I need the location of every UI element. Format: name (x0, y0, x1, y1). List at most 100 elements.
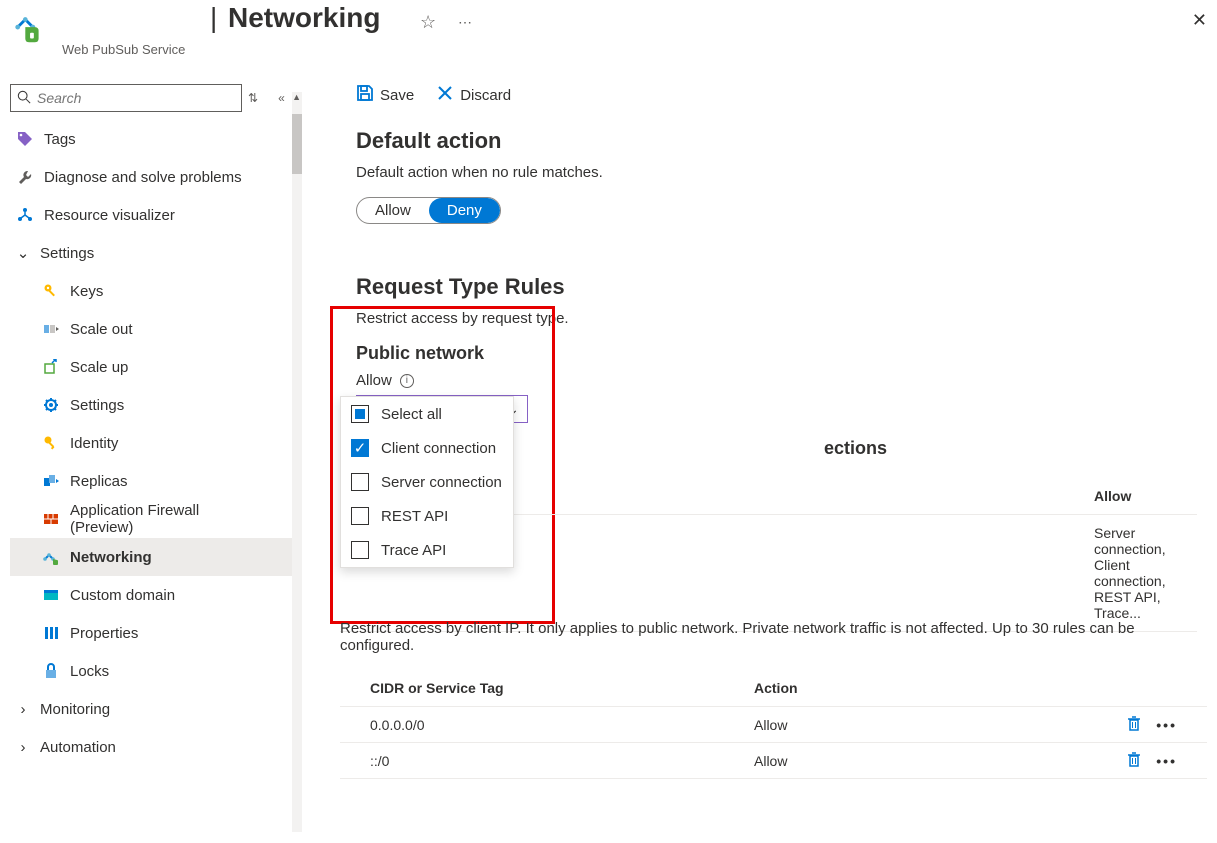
domain-icon (42, 586, 60, 604)
sidebar-item-settings[interactable]: Settings (10, 386, 300, 424)
sidebar-item-diagnose[interactable]: Diagnose and solve problems (10, 158, 300, 196)
checkbox-icon (351, 507, 369, 525)
default-action-desc: Default action when no rule matches. (356, 164, 1197, 181)
checkbox-checked-icon: ✓ (351, 439, 369, 457)
sidebar-item-properties[interactable]: Properties (10, 614, 300, 652)
private-endpoints-heading-partial: ections (824, 438, 887, 459)
save-icon (356, 84, 374, 106)
option-select-all[interactable]: Select all (341, 397, 513, 431)
title-separator: | (210, 2, 217, 34)
option-trace-api[interactable]: Trace API (341, 533, 513, 567)
service-icon (12, 10, 50, 48)
sidebar-item-custom-domain[interactable]: Custom domain (10, 576, 300, 614)
cidr-header: CIDR or Service Tag (370, 680, 754, 696)
gear-icon (42, 396, 60, 414)
replicas-icon (42, 472, 60, 490)
sidebar-item-scale-out[interactable]: Scale out (10, 310, 300, 348)
properties-icon (42, 624, 60, 642)
cidr-cell: ::/0 (370, 753, 754, 769)
discard-button[interactable]: Discard (436, 84, 511, 106)
sidebar-item-scale-up[interactable]: Scale up (10, 348, 300, 386)
option-client-connection[interactable]: ✓ Client connection (341, 431, 513, 465)
pe-allow-header: Allow (1094, 488, 1197, 504)
action-cell: Allow (754, 717, 787, 733)
ip-rule-row: ::/0 Allow ••• (340, 743, 1207, 779)
scale-up-icon (42, 358, 60, 376)
sidebar-label: Settings (70, 397, 124, 414)
sidebar-item-resource-visualizer[interactable]: Resource visualizer (10, 196, 300, 234)
search-input[interactable] (37, 90, 235, 106)
option-label: Client connection (381, 440, 496, 457)
sidebar-item-keys[interactable]: Keys (10, 272, 300, 310)
chevron-right-icon: › (16, 739, 30, 756)
checkbox-icon (351, 473, 369, 491)
option-server-connection[interactable]: Server connection (341, 465, 513, 499)
tag-icon (16, 130, 34, 148)
firewall-icon (42, 510, 60, 528)
discard-icon (436, 84, 454, 106)
sidebar-label: Automation (40, 739, 116, 756)
option-label: Select all (381, 406, 442, 423)
sidebar-label: Monitoring (40, 701, 110, 718)
scale-out-icon (42, 320, 60, 338)
sidebar-label: Resource visualizer (44, 207, 175, 224)
sidebar: ⇅ « ▲ Tags Diagnose and solve problems R… (0, 78, 300, 843)
sidebar-label: Custom domain (70, 587, 175, 604)
more-icon[interactable]: ••• (1156, 717, 1177, 733)
sidebar-label: Scale out (70, 321, 133, 338)
close-icon[interactable]: ✕ (1192, 10, 1207, 31)
search-input-wrap[interactable] (10, 84, 242, 112)
sidebar-item-networking[interactable]: Networking (10, 538, 300, 576)
request-rules-heading: Request Type Rules (356, 274, 1197, 300)
chevron-down-icon: ⌄ (16, 244, 30, 262)
option-rest-api[interactable]: REST API (341, 499, 513, 533)
sidebar-group-monitoring[interactable]: › Monitoring (10, 690, 300, 728)
wrench-icon (16, 168, 34, 186)
checkbox-icon (351, 541, 369, 559)
sidebar-label: Diagnose and solve problems (44, 169, 242, 186)
toggle-deny[interactable]: Deny (429, 198, 500, 223)
sidebar-item-tags[interactable]: Tags (10, 120, 300, 158)
pe-row-value: Server connection, Client connection, RE… (1094, 525, 1197, 621)
page-title: Networking (228, 2, 380, 34)
delete-icon[interactable] (1126, 751, 1142, 770)
sidebar-label: Scale up (70, 359, 128, 376)
sidebar-label: Properties (70, 625, 138, 642)
more-icon[interactable]: ⋯ (458, 14, 472, 31)
sidebar-item-locks[interactable]: Locks (10, 652, 300, 690)
sidebar-group-settings[interactable]: ⌄ Settings (10, 234, 300, 272)
sidebar-label: Settings (40, 245, 94, 262)
checkbox-partial-icon (351, 405, 369, 423)
sidebar-item-identity[interactable]: Identity (10, 424, 300, 462)
toggle-allow[interactable]: Allow (357, 198, 429, 223)
public-network-heading: Public network (356, 343, 1197, 364)
visualizer-icon (16, 206, 34, 224)
sidebar-label: Application Firewall (Preview) (70, 502, 250, 536)
save-label: Save (380, 87, 414, 104)
collapse-sidebar-icon[interactable]: « (278, 91, 285, 105)
service-name: Web PubSub Service (62, 42, 185, 57)
more-icon[interactable]: ••• (1156, 753, 1177, 769)
sidebar-label: Tags (44, 131, 76, 148)
delete-icon[interactable] (1126, 715, 1142, 734)
allow-dropdown-list: Select all ✓ Client connection Server co… (340, 396, 514, 568)
sidebar-group-automation[interactable]: › Automation (10, 728, 300, 766)
discard-label: Discard (460, 87, 511, 104)
allow-label: Allow (356, 372, 392, 389)
sidebar-label: Keys (70, 283, 103, 300)
identity-icon (42, 434, 60, 452)
save-button[interactable]: Save (356, 84, 414, 106)
sidebar-label: Locks (70, 663, 109, 680)
networking-icon (42, 548, 60, 566)
lock-icon (42, 662, 60, 680)
sidebar-item-app-firewall[interactable]: Application Firewall (Preview) (10, 500, 300, 538)
cidr-cell: 0.0.0.0/0 (370, 717, 754, 733)
default-action-toggle[interactable]: Allow Deny (356, 197, 501, 224)
sidebar-label: Networking (70, 549, 152, 566)
sidebar-item-replicas[interactable]: Replicas (10, 462, 300, 500)
info-icon[interactable]: i (400, 374, 414, 388)
expand-icon[interactable]: ⇅ (248, 91, 258, 105)
chevron-right-icon: › (16, 701, 30, 718)
favorite-star-icon[interactable]: ☆ (420, 12, 436, 33)
action-cell: Allow (754, 753, 787, 769)
